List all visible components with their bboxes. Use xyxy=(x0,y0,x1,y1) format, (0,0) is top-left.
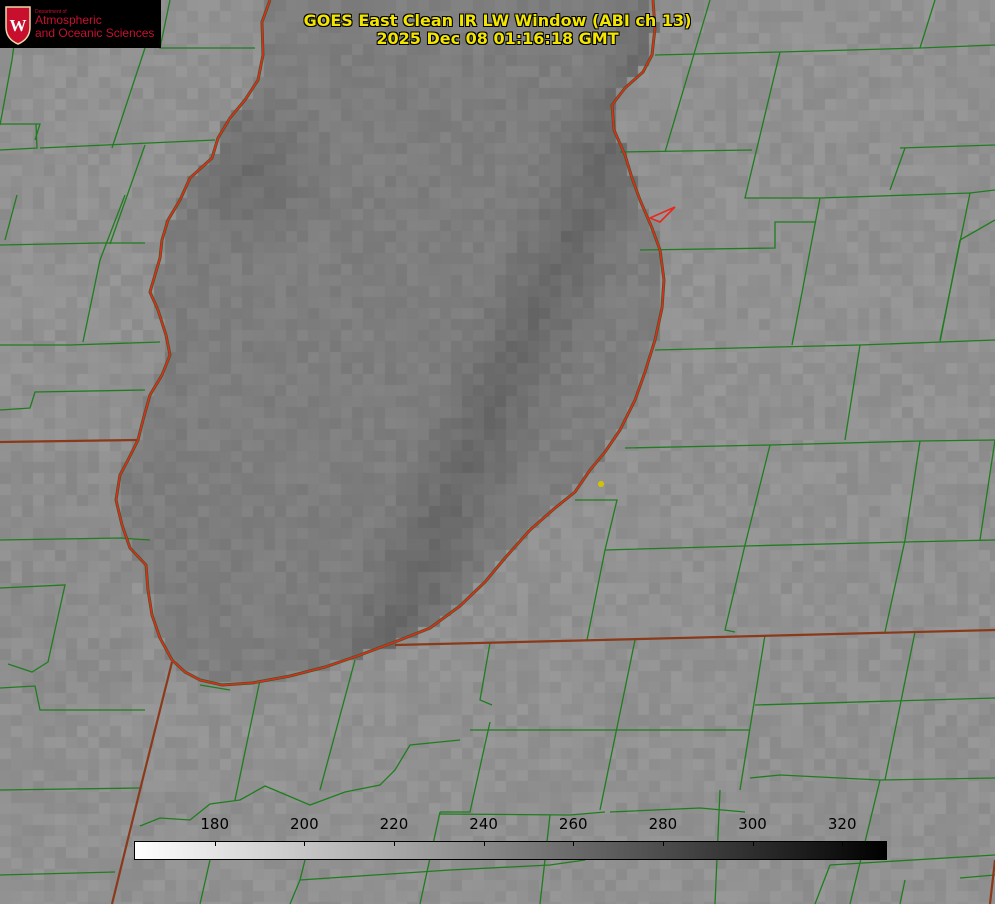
state-boundaries xyxy=(0,438,995,904)
county-line xyxy=(889,147,906,191)
county-line xyxy=(234,679,261,801)
county-line xyxy=(0,871,116,876)
county-line xyxy=(0,242,145,246)
county-line xyxy=(319,659,356,791)
colorbar-tick-label: 320 xyxy=(827,815,857,833)
county-line xyxy=(899,144,995,149)
county-line xyxy=(4,194,18,241)
county-line xyxy=(39,139,216,149)
colorbar-tick-label: 220 xyxy=(379,815,409,833)
state-line xyxy=(394,628,995,647)
colorbar-tick-label: 240 xyxy=(469,815,498,833)
state-line xyxy=(110,661,174,904)
county-line xyxy=(619,149,753,153)
county-line xyxy=(0,123,38,151)
county-line xyxy=(814,864,831,904)
colorbar-tick xyxy=(842,842,844,846)
county-line xyxy=(0,389,146,411)
colorbar-tick xyxy=(393,842,395,846)
county-line xyxy=(791,197,821,346)
county-line xyxy=(299,859,306,881)
county-line xyxy=(959,219,995,241)
county-line xyxy=(440,721,491,813)
state-line xyxy=(988,859,995,904)
colorbar-tick-label: 180 xyxy=(200,815,229,833)
county-line xyxy=(0,685,145,711)
county-line xyxy=(959,874,995,879)
county-line xyxy=(654,339,995,351)
county-line xyxy=(199,859,211,904)
county-line xyxy=(0,787,141,791)
county-line xyxy=(899,879,906,904)
image-timestamp: 2025 Dec 08 01:16:18 GMT xyxy=(376,29,619,48)
county-line xyxy=(884,440,921,633)
county-line xyxy=(939,239,961,343)
colorbar-tick xyxy=(662,842,664,846)
county-line xyxy=(139,739,461,827)
colorbar-tick xyxy=(752,842,754,846)
county-line xyxy=(744,51,971,341)
county-line xyxy=(749,774,995,781)
colorbar-tick-label: 260 xyxy=(558,815,588,833)
county-line xyxy=(0,341,161,346)
county-line xyxy=(884,631,916,781)
county-line xyxy=(739,634,766,791)
county-line xyxy=(604,539,995,551)
colorbar-tick-label: 200 xyxy=(289,815,319,833)
colorbar-tick-label: 280 xyxy=(648,815,678,833)
colorbar-tick xyxy=(214,842,216,846)
county-line xyxy=(0,584,66,673)
county-line xyxy=(82,194,126,343)
location-marker xyxy=(598,481,604,487)
county-line xyxy=(109,144,146,245)
county-line xyxy=(624,439,995,449)
county-line xyxy=(639,221,815,251)
county-line xyxy=(599,639,636,811)
county-line xyxy=(844,344,861,441)
lake-coastline xyxy=(115,0,665,686)
colorbar-tick-label: 300 xyxy=(738,815,767,833)
colorbar-tick xyxy=(483,842,485,846)
lake-shoreline-outline xyxy=(114,0,666,687)
county-line xyxy=(724,444,771,633)
county-line xyxy=(575,499,618,641)
state-line xyxy=(0,438,139,444)
map-overlay xyxy=(0,0,995,904)
colorbar-tick xyxy=(304,842,306,846)
county-boundaries xyxy=(0,0,995,904)
coastline-spit xyxy=(647,206,676,223)
county-line xyxy=(479,642,493,706)
county-line xyxy=(979,439,995,541)
colorbar xyxy=(134,841,887,860)
county-line xyxy=(969,189,995,194)
county-line xyxy=(609,807,746,813)
colorbar-tick xyxy=(573,842,575,846)
image-title: GOES East Clean IR LW Window (ABI ch 13) xyxy=(303,11,692,30)
county-line xyxy=(754,697,995,706)
county-line xyxy=(0,123,41,141)
